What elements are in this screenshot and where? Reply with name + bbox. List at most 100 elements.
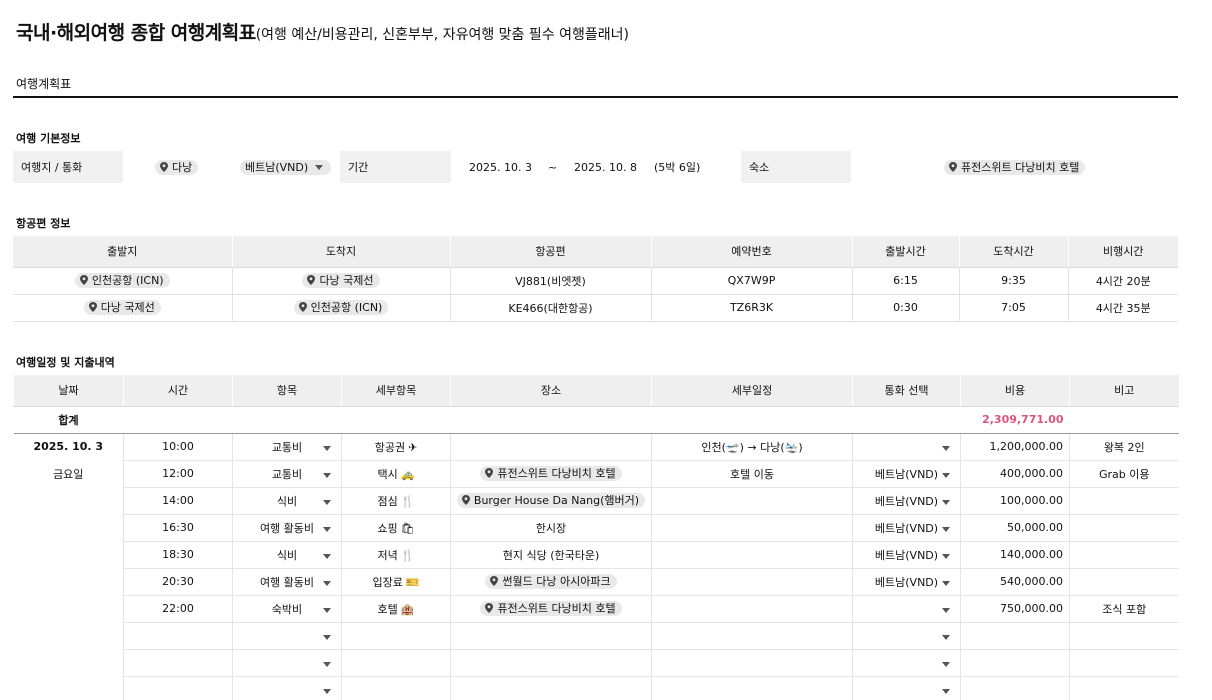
detail-cell[interactable] — [651, 568, 853, 596]
start-date[interactable]: 2025. 10. 3 — [469, 151, 532, 183]
currency-select[interactable]: 베트남(VND) — [852, 514, 961, 542]
category-select[interactable]: 교통비 — [232, 460, 342, 488]
note-cell[interactable]: 조식 포함 — [1069, 595, 1179, 623]
time-cell[interactable]: 22:00 — [123, 595, 233, 623]
lodging-value[interactable]: 퓨전스위트 다낭비치 호텔 — [944, 151, 1086, 183]
subcategory-cell[interactable] — [341, 649, 451, 677]
place-chip[interactable]: 인천공항 (ICN) — [74, 272, 170, 288]
booking-code[interactable]: TZ6R3K — [650, 294, 852, 322]
time-cell[interactable]: 16:30 — [123, 514, 233, 542]
chevron-down-icon[interactable] — [323, 688, 331, 694]
subcategory-cell[interactable] — [341, 622, 451, 650]
category-select[interactable]: 여행 활동비 — [232, 514, 342, 542]
time-cell[interactable]: 10:00 — [123, 433, 233, 461]
chevron-down-icon[interactable] — [942, 580, 950, 586]
currency-select[interactable] — [852, 676, 961, 700]
place-cell[interactable]: 썬월드 다낭 아시아파크 — [450, 568, 652, 596]
currency-select[interactable] — [852, 622, 961, 650]
sheet-tab[interactable]: 여행계획표 — [16, 75, 71, 92]
arrival-time[interactable]: 9:35 — [958, 267, 1068, 295]
currency-select[interactable]: 베트남(VND) — [240, 151, 332, 183]
place-cell[interactable]: 한시장 — [450, 514, 652, 542]
category-select[interactable] — [232, 676, 342, 700]
subcategory-cell[interactable]: 점심 🍴 — [341, 487, 451, 515]
category-select[interactable]: 식비 — [232, 541, 342, 569]
currency-select[interactable] — [852, 595, 961, 623]
place-chip[interactable]: 다낭 국제선 — [83, 299, 161, 315]
place-chip[interactable]: 인천공항 (ICN) — [293, 299, 389, 315]
detail-cell[interactable] — [651, 487, 853, 515]
note-cell[interactable] — [1069, 487, 1179, 515]
departure-time[interactable]: 6:15 — [851, 267, 959, 295]
subcategory-cell[interactable]: 항공권 ✈ — [341, 433, 451, 461]
note-cell[interactable] — [1069, 622, 1179, 650]
place-cell[interactable] — [450, 622, 652, 650]
currency-select[interactable] — [852, 649, 961, 677]
place-cell[interactable]: Burger House Da Nang(햄버거) — [450, 487, 652, 515]
chevron-down-icon[interactable] — [323, 526, 331, 532]
time-cell[interactable]: 14:00 — [123, 487, 233, 515]
category-select[interactable]: 숙박비 — [232, 595, 342, 623]
subcategory-cell[interactable] — [341, 676, 451, 700]
chevron-down-icon[interactable] — [942, 526, 950, 532]
currency-select[interactable] — [852, 433, 961, 461]
note-cell[interactable]: Grab 이용 — [1069, 460, 1179, 488]
chevron-down-icon[interactable] — [323, 445, 331, 451]
time-cell[interactable]: 18:30 — [123, 541, 233, 569]
place-chip[interactable]: 퓨전스위트 다낭비치 호텔 — [480, 600, 622, 616]
subcategory-cell[interactable]: 택시 🚕 — [341, 460, 451, 488]
note-cell[interactable] — [1069, 676, 1179, 700]
detail-cell[interactable] — [651, 622, 853, 650]
time-cell[interactable] — [123, 622, 233, 650]
cost-cell[interactable]: 100,000.00 — [960, 487, 1070, 515]
flight-from[interactable]: 다낭 국제선 — [13, 294, 232, 322]
cost-cell[interactable] — [960, 622, 1070, 650]
place-cell[interactable]: 퓨전스위트 다낭비치 호텔 — [450, 595, 652, 623]
time-cell[interactable]: 12:00 — [123, 460, 233, 488]
place-cell[interactable] — [450, 433, 652, 461]
departure-time[interactable]: 0:30 — [851, 294, 959, 322]
chevron-down-icon[interactable] — [323, 661, 331, 667]
flight-from[interactable]: 인천공항 (ICN) — [13, 267, 232, 295]
currency-select[interactable]: 베트남(VND) — [852, 487, 961, 515]
cost-cell[interactable]: 50,000.00 — [960, 514, 1070, 542]
chevron-down-icon[interactable] — [323, 580, 331, 586]
chevron-down-icon[interactable] — [942, 472, 950, 478]
note-cell[interactable] — [1069, 541, 1179, 569]
category-select[interactable]: 여행 활동비 — [232, 568, 342, 596]
chevron-down-icon[interactable] — [942, 661, 950, 667]
currency-select[interactable]: 베트남(VND) — [852, 568, 961, 596]
place-cell[interactable] — [450, 649, 652, 677]
detail-cell[interactable] — [651, 541, 853, 569]
place-cell[interactable]: 현지 식당 (한국타운) — [450, 541, 652, 569]
arrival-time[interactable]: 7:05 — [958, 294, 1068, 322]
cost-cell[interactable]: 400,000.00 — [960, 460, 1070, 488]
time-cell[interactable] — [123, 649, 233, 677]
subcategory-cell[interactable]: 호텔 🏨 — [341, 595, 451, 623]
category-select[interactable] — [232, 622, 342, 650]
detail-cell[interactable]: 호텔 이동 — [651, 460, 853, 488]
detail-cell[interactable] — [651, 649, 853, 677]
category-select[interactable]: 교통비 — [232, 433, 342, 461]
chevron-down-icon[interactable] — [323, 634, 331, 640]
chevron-down-icon[interactable] — [942, 553, 950, 559]
category-select[interactable]: 식비 — [232, 487, 342, 515]
chevron-down-icon[interactable] — [942, 499, 950, 505]
flight-number[interactable]: KE466(대한항공) — [449, 294, 651, 322]
chevron-down-icon[interactable] — [323, 472, 331, 478]
place-chip[interactable]: 퓨전스위트 다낭비치 호텔 — [480, 465, 622, 481]
cost-cell[interactable]: 1,200,000.00 — [960, 433, 1070, 461]
detail-cell[interactable] — [651, 514, 853, 542]
flight-to[interactable]: 다낭 국제선 — [231, 267, 450, 295]
chevron-down-icon[interactable] — [942, 445, 950, 451]
detail-cell[interactable] — [651, 676, 853, 700]
chevron-down-icon[interactable] — [942, 634, 950, 640]
chevron-down-icon[interactable] — [323, 607, 331, 613]
time-cell[interactable]: 20:30 — [123, 568, 233, 596]
detail-cell[interactable] — [651, 595, 853, 623]
place-chip[interactable]: 썬월드 다낭 아시아파크 — [485, 573, 617, 589]
destination-value[interactable]: 다낭 — [155, 151, 199, 183]
booking-code[interactable]: QX7W9P — [650, 267, 852, 295]
place-chip[interactable]: 다낭 국제선 — [302, 272, 380, 288]
note-cell[interactable] — [1069, 514, 1179, 542]
